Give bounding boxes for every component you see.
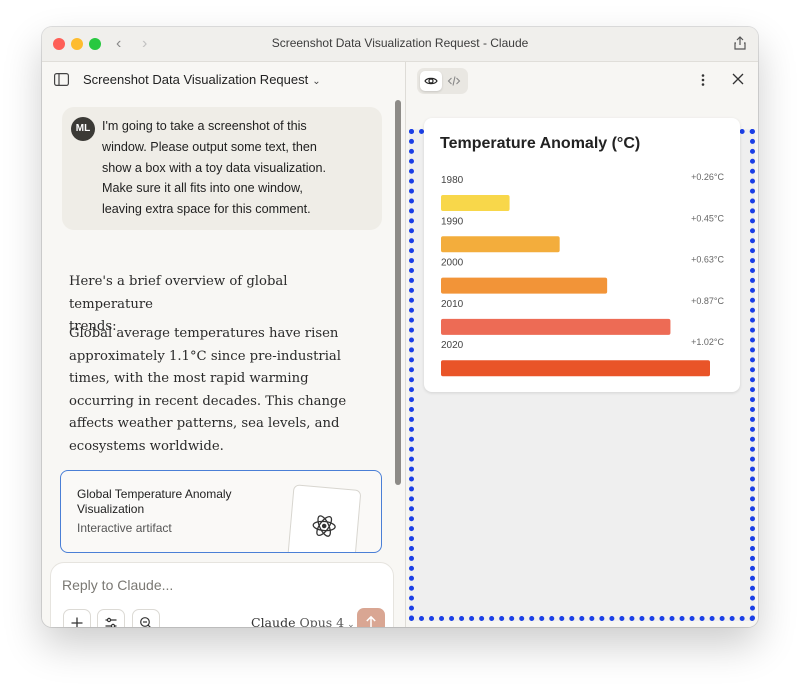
research-button[interactable] xyxy=(132,609,160,627)
assistant-line: occurring in recent decades. This change xyxy=(69,393,347,409)
bar[interactable] xyxy=(441,360,710,377)
search-icon xyxy=(140,617,151,627)
scrollbar-thumb[interactable] xyxy=(395,100,401,485)
value-label: +0.26°C xyxy=(691,172,724,182)
user-message-line: window. Please output some text, then xyxy=(102,139,317,154)
conversation-header: Screenshot Data Visualization Request ⌄ xyxy=(42,62,405,98)
model-name: Claude xyxy=(251,615,296,627)
category-label: 1980 xyxy=(441,175,464,186)
conversation-title-dropdown[interactable]: Screenshot Data Visualization Request ⌄ xyxy=(83,72,321,87)
conversation-pane: Screenshot Data Visualization Request ⌄ M… xyxy=(42,62,405,627)
code-tab[interactable] xyxy=(443,71,465,91)
chart-card: Temperature Anomaly (°C) 1980 +0.26°C 1990… xyxy=(424,118,740,392)
sliders-icon xyxy=(105,617,117,627)
title-bar: ‹ › Screenshot Data Visualization Reques… xyxy=(42,27,758,62)
avatar: ML xyxy=(71,117,95,141)
model-version: Opus 4 xyxy=(299,615,345,627)
share-icon[interactable] xyxy=(732,35,748,51)
user-message-line: leaving extra space for this comment. xyxy=(102,202,311,217)
assistant-line: Here's a brief overview of global temper… xyxy=(69,274,288,312)
message-composer: Claude Opus 4⌄ xyxy=(50,562,394,627)
bar[interactable] xyxy=(441,318,671,335)
category-label: 2000 xyxy=(441,258,464,269)
bar[interactable] xyxy=(441,236,560,253)
atom-icon xyxy=(312,515,336,537)
category-label: 1990 xyxy=(441,216,464,227)
arrow-up-icon xyxy=(366,615,376,627)
value-label: +0.45°C xyxy=(691,213,724,223)
assistant-line: affects weather patterns, sea levels, an… xyxy=(69,416,340,431)
assistant-line: ecosystems worldwide. xyxy=(69,438,224,454)
artifact-card[interactable]: Global Temperature Anomaly Visualization… xyxy=(60,470,382,553)
bar[interactable] xyxy=(441,277,608,294)
artifact-thumbnail xyxy=(286,484,362,552)
chevron-down-icon: ⌄ xyxy=(347,620,355,627)
reply-input[interactable] xyxy=(62,577,362,593)
bar[interactable] xyxy=(441,195,510,211)
assistant-line: Global average temperatures have risen xyxy=(69,326,339,341)
eye-icon xyxy=(424,77,438,85)
view-toggle xyxy=(417,68,468,94)
user-message-line: I'm going to take a screenshot of this xyxy=(102,119,307,133)
chevron-down-icon: ⌄ xyxy=(312,76,321,87)
conversation-title: Screenshot Data Visualization Request xyxy=(83,72,309,87)
model-selector[interactable]: Claude Opus 4 ⌄ xyxy=(251,615,355,627)
temperature-bar-chart: 1980 +0.26°C 1990 +0.45°C 2000 +0.63°C 2010 +0.… xyxy=(441,172,724,377)
more-vertical-icon[interactable] xyxy=(696,73,710,87)
add-button[interactable] xyxy=(63,609,91,627)
send-button[interactable] xyxy=(357,608,385,627)
app-window: ‹ › Screenshot Data Visualization Reques… xyxy=(42,27,758,627)
preview-tab[interactable] xyxy=(420,71,442,91)
category-label: 2020 xyxy=(441,340,464,351)
user-message: ML I'm going to take a screenshot of thi… xyxy=(62,107,382,230)
sidebar-icon[interactable] xyxy=(54,73,69,86)
conversation-scrollbar[interactable] xyxy=(395,100,401,520)
category-label: 2010 xyxy=(441,299,464,310)
assistant-paragraph-2: Global average temperatures have risen a… xyxy=(69,323,369,458)
user-message-line: Make sure it all fits into one window, xyxy=(102,181,303,196)
code-icon xyxy=(447,76,461,86)
user-message-line: show a box with a toy data visualization… xyxy=(102,160,327,175)
value-label: +0.87°C xyxy=(691,296,724,306)
user-message-text: I'm going to take a screenshot of this w… xyxy=(102,116,374,220)
artifact-title: Global Temperature Anomaly Visualization xyxy=(77,487,232,516)
artifact-subtitle: Interactive artifact xyxy=(77,521,172,535)
value-label: +0.63°C xyxy=(691,255,724,265)
assistant-line: approximately 1.1°C since pre-industrial xyxy=(69,348,342,364)
assistant-line: times, with the most rapid warming xyxy=(69,371,309,386)
window-title: Screenshot Data Visualization Request - … xyxy=(271,36,529,50)
value-label: +1.02°C xyxy=(691,337,724,347)
plus-icon xyxy=(71,617,83,627)
close-icon[interactable] xyxy=(732,73,744,85)
tools-button[interactable] xyxy=(97,609,125,627)
